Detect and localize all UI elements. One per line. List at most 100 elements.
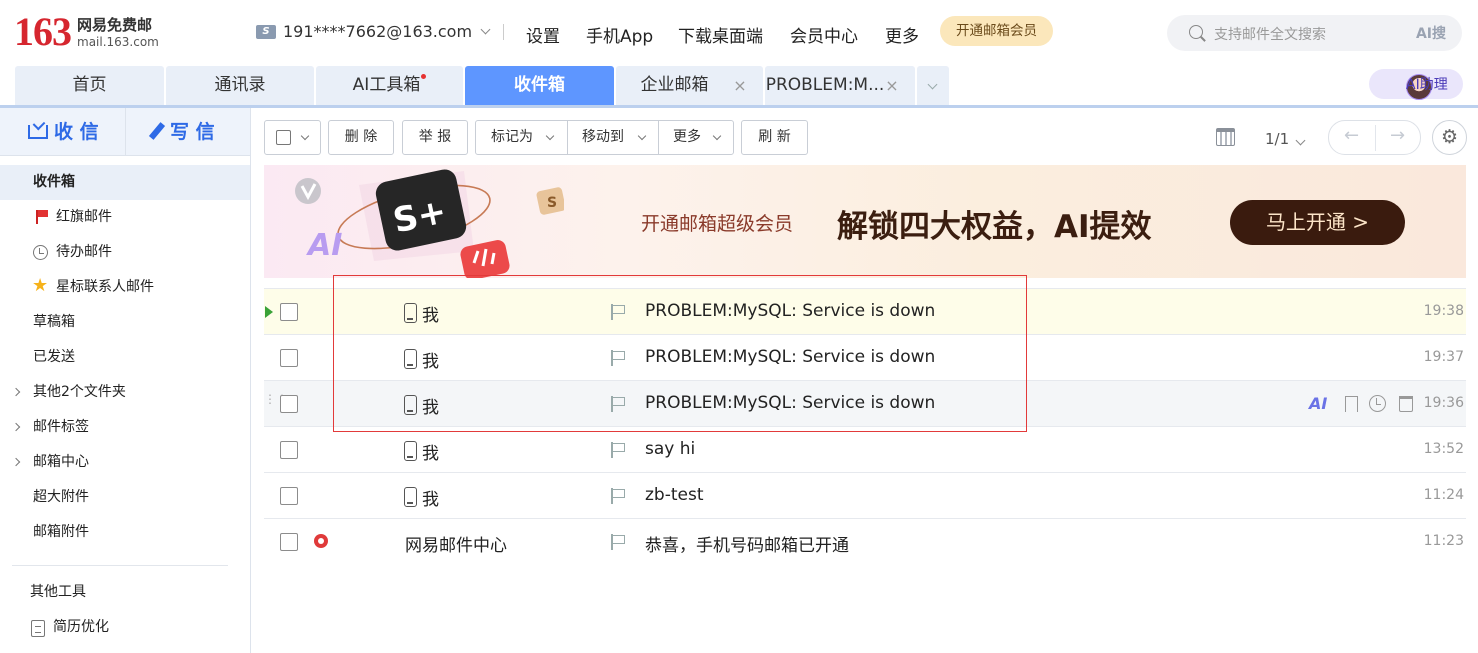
row-checkbox[interactable] [280, 487, 298, 505]
tab-overflow-button[interactable] [917, 66, 949, 105]
message-row[interactable]: 我 PROBLEM:MySQL: Service is down 19:38 [264, 288, 1466, 334]
promo-banner[interactable]: S+ S AI 开通邮箱超级会员 解锁四大权益，AI提效 马上开通 > [264, 165, 1466, 278]
sidebar-item-label: 邮件标签 [33, 419, 89, 435]
sidebar-item-starred-contacts[interactable]: ★ 星标联系人邮件 [0, 270, 250, 305]
gear-icon[interactable]: ⚙ [1432, 120, 1467, 155]
sidebar-item-label: 红旗邮件 [56, 209, 112, 225]
account-switcher[interactable]: S 191****7662@163.com [256, 22, 491, 41]
logo[interactable]: 163 网易免费邮 mail.163.com [14, 12, 159, 52]
message-row[interactable]: ⋮⋮ 我 PROBLEM:MySQL: Service is down AI 1… [264, 380, 1466, 426]
flag-icon[interactable] [611, 350, 622, 366]
chevron-down-icon [712, 131, 722, 141]
ai-assistant-button[interactable]: AI助理 [1369, 69, 1463, 100]
tab-ai-toolbox[interactable]: AI工具箱 [316, 66, 463, 105]
message-row[interactable]: 我 zb-test 11:24 [264, 472, 1466, 518]
banner-illustration: S+ S AI [295, 169, 564, 278]
compose-row: 收 信 写 信 [0, 108, 250, 156]
new-dot-badge [421, 74, 427, 79]
row-checkbox[interactable] [280, 533, 298, 551]
pagination-arrows: ← → [1328, 120, 1421, 155]
sidebar-item-resume[interactable]: 简历优化 [0, 610, 250, 645]
message-sender: 我 [422, 398, 439, 418]
sidebar-item-other-folders[interactable]: 其他2个文件夹 [0, 375, 250, 410]
tab-inbox[interactable]: 收件箱 [465, 66, 614, 105]
nav-more[interactable]: 更多 [885, 22, 919, 47]
receive-button[interactable]: 收 信 [28, 108, 99, 156]
prev-page-button[interactable]: ← [1344, 125, 1359, 146]
sidebar-item-mailbox-center[interactable]: 邮箱中心 [0, 445, 250, 480]
banner-ai-text: AI [306, 228, 342, 263]
chevron-down-icon [545, 131, 555, 141]
write-button[interactable]: 写 信 [148, 108, 215, 156]
tab-label: 企业邮箱 [640, 75, 709, 95]
report-button[interactable]: 举 报 [402, 120, 468, 155]
sidebar-item-drafts[interactable]: 草稿箱 [0, 305, 250, 340]
nav-settings[interactable]: 设置 [526, 22, 560, 47]
logo-cn: 网易免费邮 [77, 15, 153, 34]
sidebar-item-todo[interactable]: 待办邮件 [0, 235, 250, 270]
row-checkbox[interactable] [280, 303, 298, 321]
banner-s-text: S [547, 195, 557, 211]
sidebar-item-mailbox-attachments[interactable]: 邮箱附件 [0, 515, 250, 550]
sidebar-item-mail-tags[interactable]: 邮件标签 [0, 410, 250, 445]
row-checkbox[interactable] [280, 395, 298, 413]
select-all-checkbox[interactable] [276, 130, 291, 145]
message-time: 19:38 [1423, 303, 1464, 319]
chevron-right-icon [11, 422, 21, 432]
nav-desktop-client[interactable]: 下载桌面端 [678, 22, 763, 47]
select-all-dropdown[interactable] [264, 120, 321, 155]
message-subject[interactable]: PROBLEM:MySQL: Service is down [645, 393, 935, 413]
sidebar-item-large-attachments[interactable]: 超大附件 [0, 480, 250, 515]
tab-problem-mail[interactable]: PROBLEM:M... × [765, 66, 915, 105]
calendar-icon[interactable] [1216, 128, 1235, 146]
bookmark-icon[interactable] [1345, 396, 1358, 412]
drag-handle-icon[interactable]: ⋮⋮ [264, 393, 288, 405]
nav-member-center[interactable]: 会员中心 [790, 22, 858, 47]
row-checkbox[interactable] [280, 349, 298, 367]
message-subject[interactable]: PROBLEM:MySQL: Service is down [645, 301, 935, 321]
trash-icon[interactable] [1399, 396, 1413, 412]
open-vip-button[interactable]: 开通邮箱会员 [940, 16, 1053, 46]
pen-icon [148, 122, 166, 140]
nav-mobile-app[interactable]: 手机App [586, 22, 653, 47]
tab-contacts[interactable]: 通讯录 [166, 66, 314, 105]
message-row[interactable]: 我 say hi 13:52 [264, 426, 1466, 472]
more-dropdown[interactable]: 更多 [659, 121, 733, 154]
row-checkbox[interactable] [280, 441, 298, 459]
flag-icon[interactable] [611, 534, 622, 550]
message-subject[interactable]: 恭喜，手机号码邮箱已开通 [645, 531, 849, 556]
mark-as-dropdown[interactable]: 标记为 [476, 121, 567, 154]
refresh-button[interactable]: 刷 新 [741, 120, 808, 155]
move-to-dropdown[interactable]: 移动到 [568, 121, 658, 154]
flag-icon[interactable] [611, 442, 622, 458]
tab-label: 收件箱 [514, 75, 565, 95]
sidebar-item-flagged[interactable]: 红旗邮件 [0, 200, 250, 235]
ai-search-button[interactable]: AI搜 [1416, 23, 1446, 43]
tab-home[interactable]: 首页 [15, 66, 164, 105]
flag-icon[interactable] [611, 396, 622, 412]
message-row[interactable]: 网易邮件中心 恭喜，手机号码邮箱已开通 11:23 [264, 518, 1466, 564]
search-box[interactable]: 支持邮件全文搜索 AI搜 [1167, 15, 1462, 51]
tab-label: PROBLEM:M... [765, 75, 885, 95]
search-input[interactable]: 支持邮件全文搜索 [1214, 24, 1326, 44]
sidebar-item-label: 邮箱中心 [33, 454, 89, 470]
message-subject[interactable]: zb-test [645, 485, 704, 505]
delete-button[interactable]: 删 除 [328, 120, 394, 155]
banner-cta-button[interactable]: 马上开通 > [1230, 200, 1405, 245]
flag-icon[interactable] [611, 304, 622, 320]
chevron-right-icon [11, 457, 21, 467]
sidebar-item-sent[interactable]: 已发送 [0, 340, 250, 375]
message-subject[interactable]: say hi [645, 439, 695, 459]
sidebar-item-inbox[interactable]: 收件箱 [0, 165, 250, 200]
clock-icon[interactable] [1369, 395, 1386, 412]
next-page-button[interactable]: → [1390, 125, 1405, 146]
ai-summary-button[interactable]: AI [1309, 394, 1327, 413]
message-row[interactable]: 我 PROBLEM:MySQL: Service is down 19:37 [264, 334, 1466, 380]
page-selector[interactable]: 1/1 [1265, 130, 1306, 148]
sidebar-item-label: 待办邮件 [56, 244, 112, 260]
flag-icon[interactable] [611, 488, 622, 504]
tab-bar: 首页 通讯录 AI工具箱 收件箱 企业邮箱 × PROBLEM:M... × AI助… [0, 66, 1478, 108]
banner-subtitle: 开通邮箱超级会员 [641, 213, 794, 235]
tab-enterprise-mail[interactable]: 企业邮箱 × [616, 66, 763, 105]
message-subject[interactable]: PROBLEM:MySQL: Service is down [645, 347, 935, 367]
